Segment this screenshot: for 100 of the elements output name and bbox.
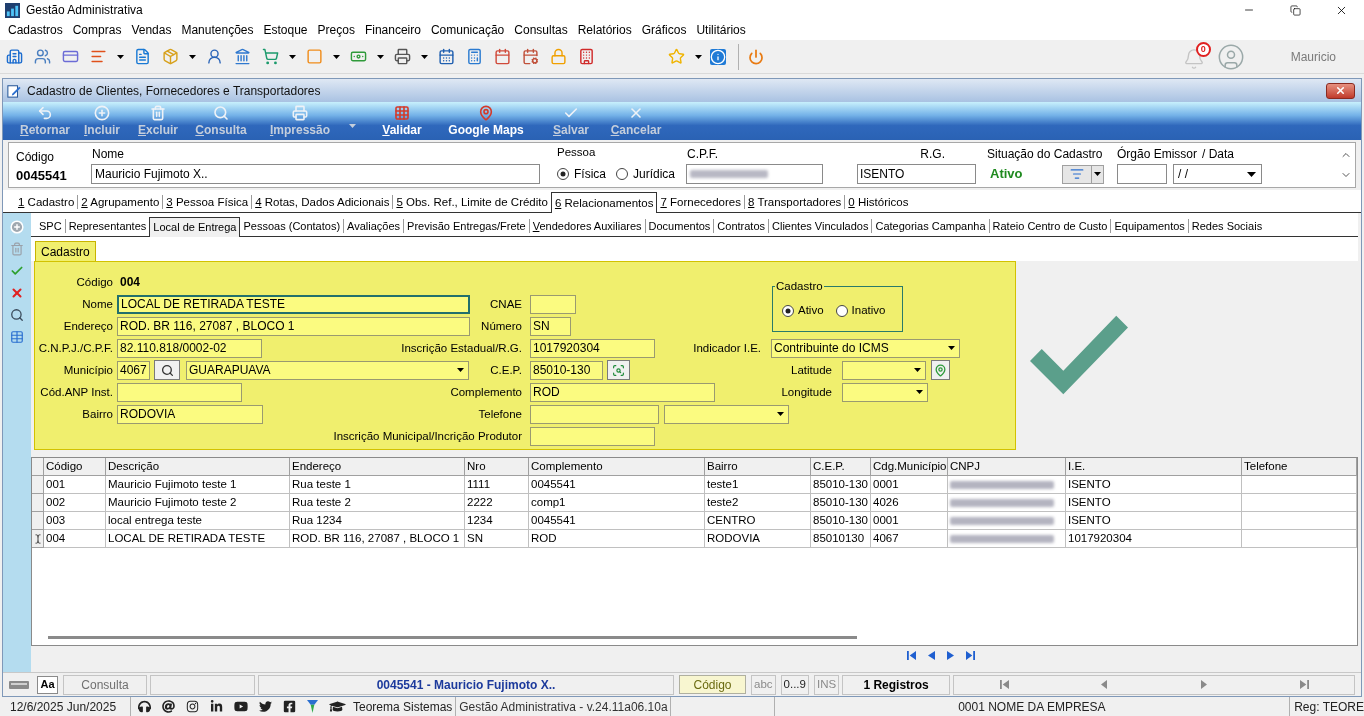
- tab[interactable]: 4 Rotas, Dados Adicionais: [252, 192, 393, 212]
- headphones-icon[interactable]: [137, 700, 151, 713]
- menu-item[interactable]: Relatórios: [572, 20, 637, 40]
- menu-item[interactable]: Preços: [312, 20, 360, 40]
- input-field[interactable]: 82.110.818/0002-02: [117, 338, 262, 358]
- input-field[interactable]: 85010-130: [530, 360, 603, 380]
- tab[interactable]: 1 Cadastro: [15, 192, 78, 212]
- column-header[interactable]: Nro: [465, 458, 529, 476]
- calculator-icon[interactable]: [465, 48, 483, 65]
- dropdown[interactable]: GUARAPUAVA: [186, 360, 469, 380]
- calendar-icon[interactable]: [437, 48, 455, 65]
- info-icon[interactable]: [710, 48, 726, 65]
- radio-label[interactable]: Física: [574, 165, 606, 183]
- bank-icon[interactable]: [233, 48, 251, 65]
- printer-icon[interactable]: [393, 48, 411, 65]
- caret-icon[interactable]: [1247, 171, 1256, 177]
- box-icon[interactable]: [161, 48, 179, 65]
- menu-item[interactable]: Vendas: [126, 20, 177, 40]
- column-header[interactable]: Descrição: [106, 458, 290, 476]
- input-field[interactable]: [117, 382, 242, 402]
- square-icon[interactable]: [305, 48, 323, 65]
- tab[interactable]: Avaliações: [344, 217, 404, 236]
- input-field[interactable]: [530, 404, 659, 424]
- column-header[interactable]: I.E.: [1066, 458, 1242, 476]
- tab[interactable]: Representantes: [65, 217, 150, 236]
- restore-icon[interactable]: [1289, 4, 1301, 16]
- triangle-right-icon[interactable]: [947, 650, 954, 660]
- input-field[interactable]: [686, 164, 823, 184]
- tab[interactable]: Categorias Campanha: [872, 217, 989, 236]
- tab[interactable]: Rateio Centro de Custo: [989, 217, 1111, 236]
- person-icon[interactable]: [205, 48, 223, 65]
- caret-icon[interactable]: [116, 54, 124, 59]
- building-icon[interactable]: [577, 48, 595, 65]
- caret-icon[interactable]: [1094, 172, 1101, 176]
- power-icon[interactable]: [748, 48, 764, 65]
- x-mark-icon[interactable]: [10, 286, 24, 300]
- caret-icon[interactable]: [948, 346, 955, 350]
- tab[interactable]: Vendedores Auxiliares: [529, 217, 645, 236]
- menu-item[interactable]: Utilitários: [691, 20, 751, 40]
- skip-to-start-icon[interactable]: [907, 650, 916, 660]
- input-field[interactable]: 4067: [117, 360, 150, 380]
- column-header[interactable]: Cdg.Município: [871, 458, 948, 476]
- calendar-icon[interactable]: [493, 48, 511, 65]
- input-field[interactable]: RODOVIA: [117, 404, 263, 424]
- radio-button[interactable]: [616, 168, 628, 180]
- bird-icon[interactable]: [258, 700, 272, 713]
- triangle-left-icon[interactable]: [1101, 680, 1108, 689]
- row-header-cell[interactable]: [32, 530, 44, 548]
- avatar-icon[interactable]: [1216, 42, 1245, 71]
- tab[interactable]: 6 Relacionamentos: [550, 192, 658, 213]
- plus-circle-icon[interactable]: [10, 220, 24, 234]
- map-pin-button[interactable]: [931, 360, 950, 380]
- input-field[interactable]: [530, 426, 655, 446]
- tab[interactable]: 0 Históricos: [845, 192, 912, 212]
- font-button[interactable]: Aa: [37, 675, 58, 694]
- triangle-right-icon[interactable]: [1201, 680, 1208, 689]
- column-header[interactable]: CNPJ: [948, 458, 1066, 476]
- card-icon[interactable]: [61, 48, 79, 65]
- tab[interactable]: Equipamentos: [1111, 217, 1188, 236]
- column-header[interactable]: Endereço: [290, 458, 465, 476]
- tab[interactable]: Contratos: [714, 217, 769, 236]
- search-icon[interactable]: [10, 308, 24, 322]
- tab[interactable]: 7 Fornecedores: [657, 192, 744, 212]
- row-header-cell[interactable]: [32, 512, 44, 530]
- skip-to-start-icon[interactable]: [999, 680, 1009, 689]
- radio-label[interactable]: Ativo: [798, 302, 824, 320]
- close-button[interactable]: [1326, 82, 1355, 99]
- radio-button[interactable]: [782, 305, 794, 317]
- input-field[interactable]: [530, 294, 576, 314]
- skip-to-end-icon[interactable]: [1299, 680, 1309, 689]
- tab[interactable]: Previsão Entregas/Frete: [404, 217, 529, 236]
- radio-button[interactable]: [557, 168, 569, 180]
- menu-item[interactable]: Comunicação: [425, 20, 510, 40]
- caret-icon[interactable]: [777, 412, 784, 416]
- row-header-cell[interactable]: [32, 494, 44, 512]
- menu-item[interactable]: Estoque: [258, 20, 313, 40]
- menu-item[interactable]: Manutenções: [176, 20, 259, 40]
- column-header[interactable]: Bairro: [705, 458, 811, 476]
- tab[interactable]: 2 Agrupamento: [78, 192, 163, 212]
- tab[interactable]: Pessoas (Contatos): [240, 217, 344, 236]
- caret-icon[interactable]: [188, 54, 196, 59]
- input-field[interactable]: Mauricio Fujimoto X..: [91, 164, 540, 184]
- tab[interactable]: Documentos: [645, 217, 714, 236]
- input-field[interactable]: [1117, 164, 1167, 184]
- caret-icon[interactable]: [914, 368, 921, 372]
- tab[interactable]: Clientes Vinculados: [769, 217, 872, 236]
- row-header-cell[interactable]: [32, 476, 44, 494]
- people-icon[interactable]: [33, 48, 51, 65]
- skip-to-end-icon[interactable]: [966, 650, 975, 660]
- column-header[interactable]: Código: [44, 458, 106, 476]
- column-header[interactable]: Complemento: [529, 458, 705, 476]
- input-field[interactable]: ROD: [530, 382, 715, 402]
- caret-icon[interactable]: [288, 54, 296, 59]
- tab[interactable]: SPC: [36, 217, 65, 236]
- tray-icon[interactable]: [9, 680, 29, 689]
- play-button-icon[interactable]: [233, 700, 248, 713]
- bars-icon[interactable]: [89, 48, 107, 65]
- triangle-left-icon[interactable]: [928, 650, 935, 660]
- zip-search-button[interactable]: [607, 360, 630, 380]
- search-button[interactable]: [154, 360, 180, 380]
